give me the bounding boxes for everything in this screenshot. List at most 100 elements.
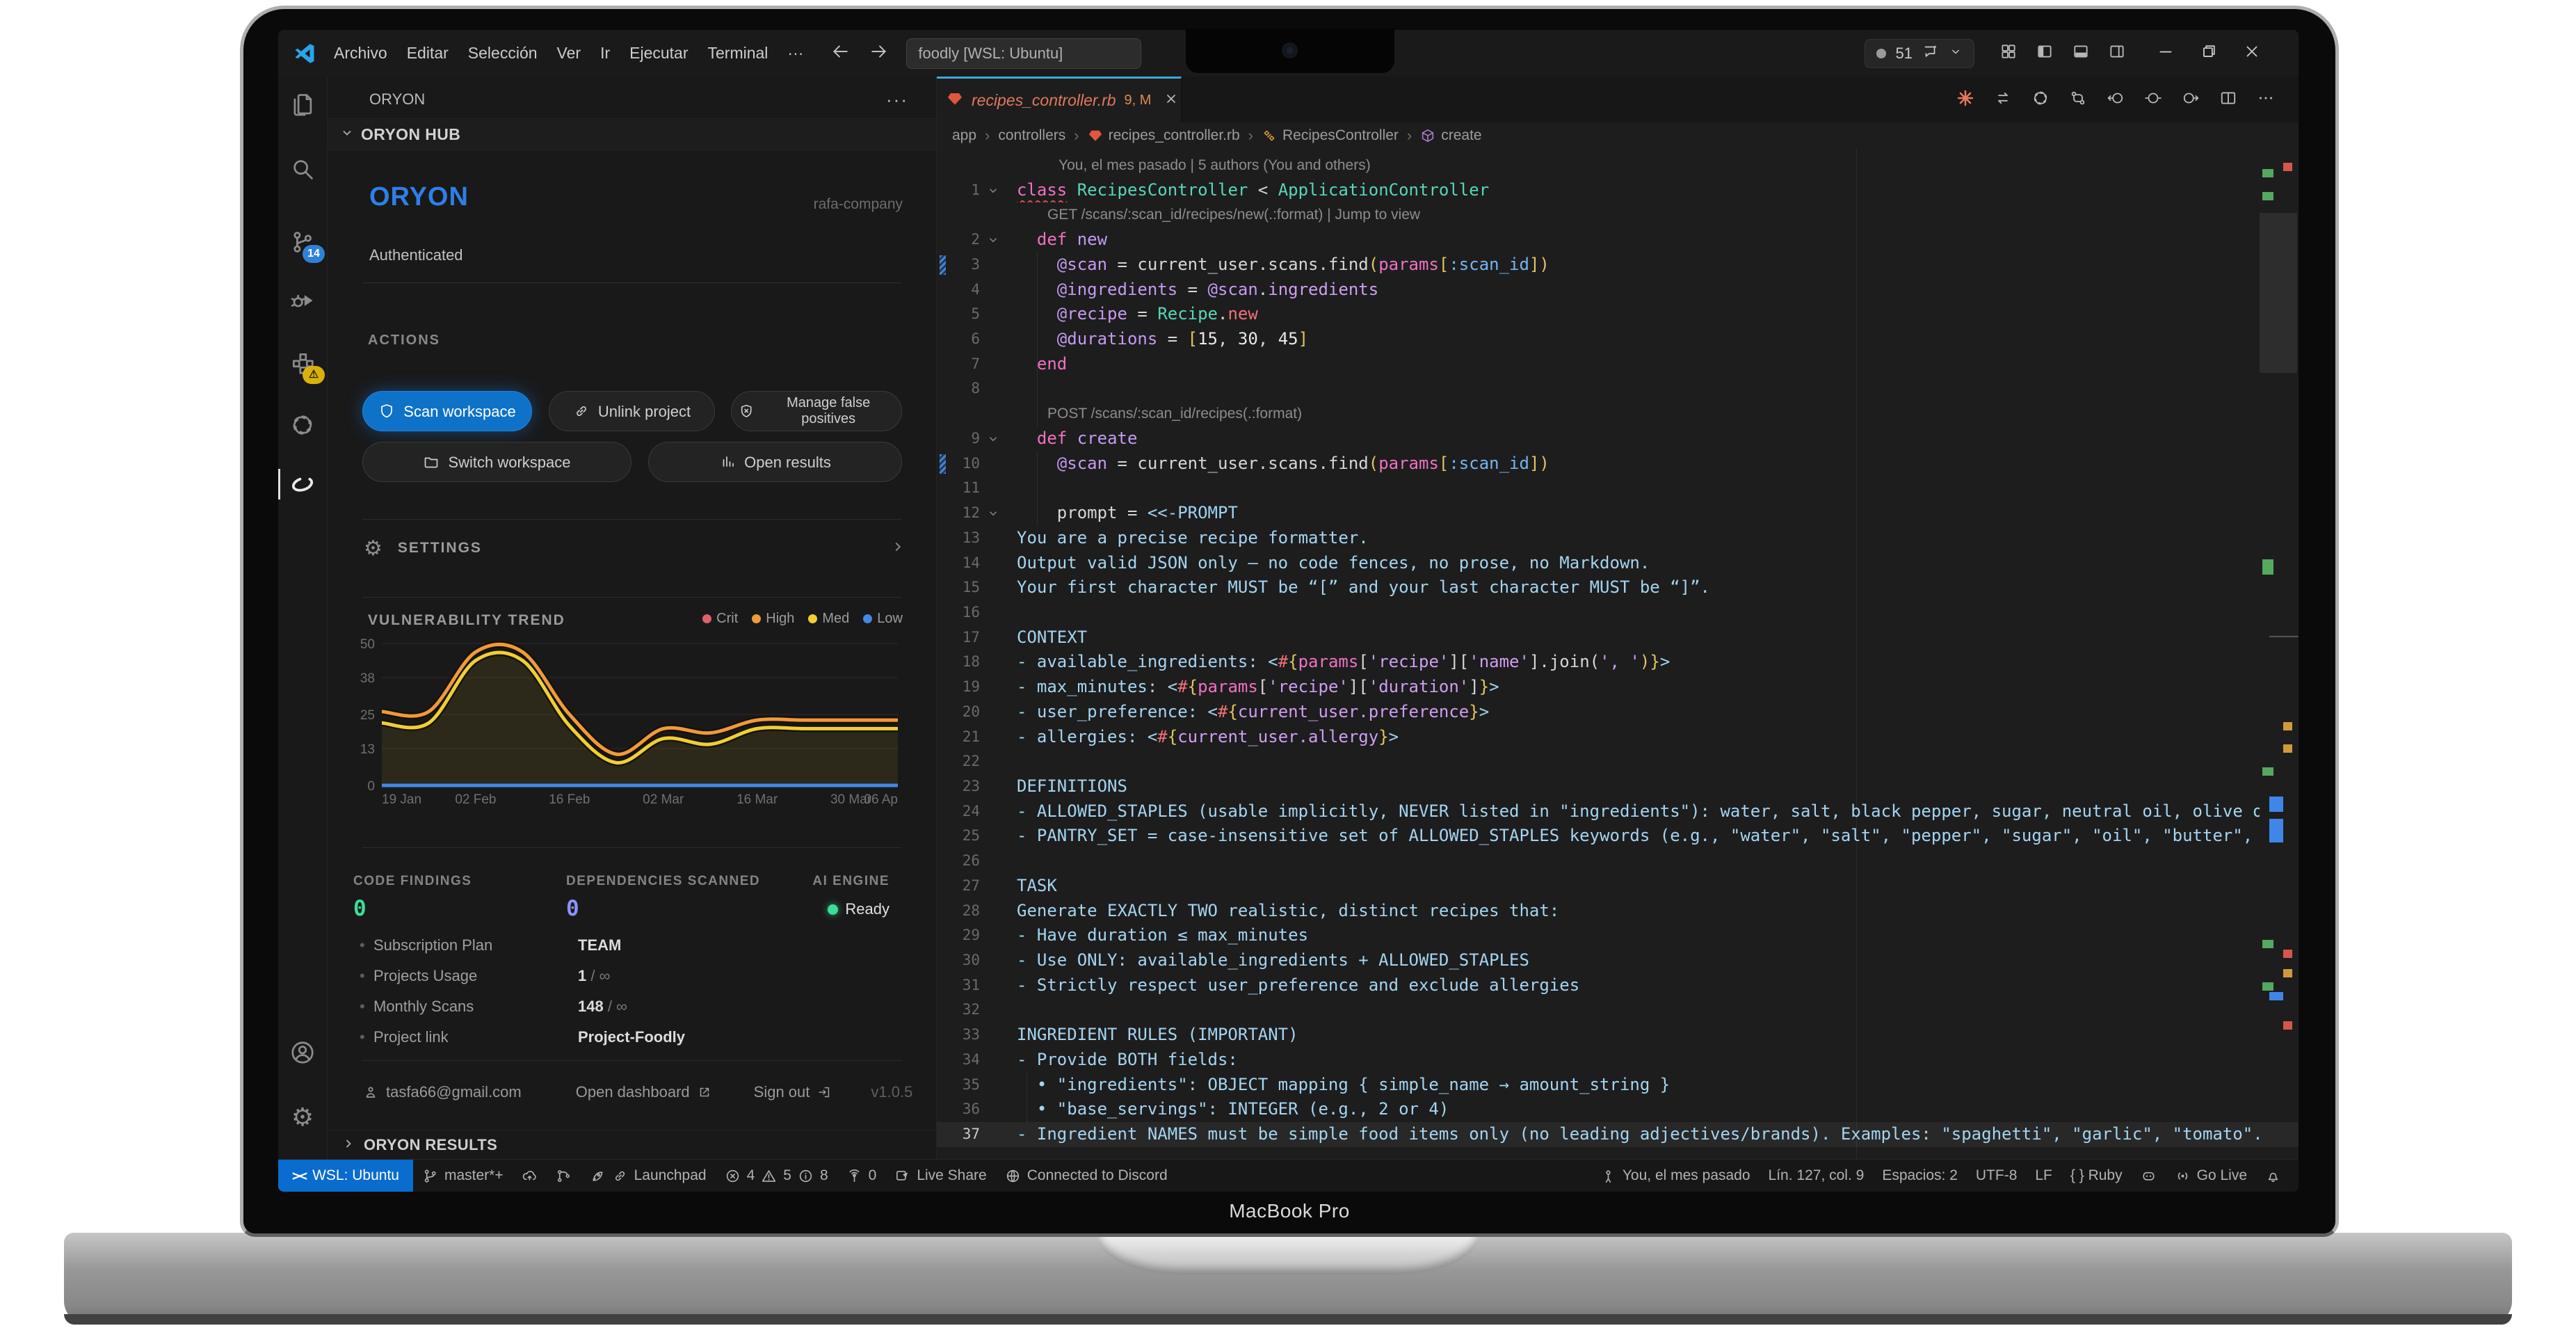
breadcrumb-recipescontroller[interactable]: RecipesController xyxy=(1262,127,1399,144)
status-language-mode[interactable]: { } Ruby xyxy=(2061,1160,2132,1192)
status-encoding[interactable]: UTF-8 xyxy=(1967,1160,2027,1192)
status-cursor-position[interactable]: Lín. 127, col. 9 xyxy=(1760,1160,1874,1192)
forward-icon[interactable] xyxy=(870,42,888,64)
code-line-27[interactable]: 27TASK xyxy=(937,874,2299,899)
fold-icon[interactable] xyxy=(987,178,999,203)
status-git-branch[interactable]: master*+ xyxy=(413,1160,513,1192)
copilot-status[interactable]: 51 xyxy=(1865,39,1974,68)
more-actions-icon[interactable]: ··· xyxy=(886,89,908,111)
editor-scrollbar[interactable] xyxy=(2260,213,2297,373)
code-line-5[interactable]: 5 @recipe = Recipe.new xyxy=(937,302,2299,327)
code-line-21[interactable]: 21- allergies: <#{current_user.allergy}> xyxy=(937,725,2299,750)
code-area[interactable]: You, el mes pasado | 5 authors (You and … xyxy=(937,149,2299,1160)
chevron-down-icon[interactable] xyxy=(1949,45,1963,63)
command-center-search[interactable]: foodly [WSL: Ubuntu] xyxy=(906,38,1141,69)
activity-item-accounts[interactable] xyxy=(278,1036,327,1069)
code-line-19[interactable]: 19- max_minutes: <#{params['recipe']['du… xyxy=(937,675,2299,700)
status-gitlens-blame[interactable]: You, el mes pasado xyxy=(1591,1160,1760,1192)
editor-action-navo[interactable] xyxy=(2144,89,2162,111)
code-line-30[interactable]: 30- Use ONLY: available_ingredients + AL… xyxy=(937,948,2299,973)
status-eol[interactable]: LF xyxy=(2026,1160,2061,1192)
code-line-22[interactable]: 22 xyxy=(937,749,2299,774)
status-discord[interactable]: Connected to Discord xyxy=(996,1160,1177,1192)
activity-item-source-control[interactable]: 14 xyxy=(278,225,327,259)
code-line-34[interactable]: 34- Provide BOTH fields: xyxy=(937,1048,2299,1073)
button-switch-workspace[interactable]: Switch workspace xyxy=(362,442,631,482)
editor-action-openai[interactable] xyxy=(2031,89,2050,111)
code-line-1[interactable]: 1class RecipesController < ApplicationCo… xyxy=(937,178,2299,203)
activity-item-search[interactable] xyxy=(278,152,327,186)
lright-button[interactable] xyxy=(2108,42,2126,64)
fold-icon[interactable] xyxy=(987,227,999,253)
tab-recipes-controller[interactable]: recipes_controller.rb 9, M xyxy=(937,77,1182,122)
activity-item-manage[interactable]: ⚙ xyxy=(278,1101,327,1134)
code-line-18[interactable]: 18- available_ingredients: <#{params['re… xyxy=(937,650,2299,675)
editor-action-compare[interactable] xyxy=(2069,89,2087,111)
code-line-28[interactable]: 28Generate EXACTLY TWO realistic, distin… xyxy=(937,899,2299,924)
status-launchpad[interactable]: Launchpad xyxy=(581,1160,716,1192)
status-ports[interactable]: 0 xyxy=(837,1160,886,1192)
code-line-4[interactable]: 4 @ingredients = @scan.ingredients xyxy=(937,278,2299,303)
menu-ver[interactable]: Ver xyxy=(547,44,591,63)
code-line-25[interactable]: 25- PANTRY_SET = case-insensitive set of… xyxy=(937,824,2299,849)
code-line-36[interactable]: 36 • "base_servings": INTEGER (e.g., 2 o… xyxy=(937,1097,2299,1122)
menu-ir[interactable]: Ir xyxy=(590,44,620,63)
section-oryon-results[interactable]: ORYON RESULTS xyxy=(328,1130,936,1160)
menu-archivo[interactable]: Archivo xyxy=(324,44,397,63)
activity-item-run-and-debug[interactable] xyxy=(278,284,327,317)
editor-action-dots[interactable] xyxy=(2257,89,2275,111)
code-line-16[interactable]: 16 xyxy=(937,600,2299,625)
open-dashboard-link[interactable]: Open dashboard xyxy=(576,1083,712,1101)
menu-ejecutar[interactable]: Ejecutar xyxy=(620,44,698,63)
fold-icon[interactable] xyxy=(987,501,999,526)
code-line-31[interactable]: 31- Strictly respect user_preference and… xyxy=(937,973,2299,998)
breadcrumb-recipes-controller-rb[interactable]: recipes_controller.rb xyxy=(1088,127,1240,144)
minimize-button[interactable] xyxy=(2157,42,2175,64)
status-indentation[interactable]: Espacios: 2 xyxy=(1873,1160,1967,1192)
status-copilot[interactable] xyxy=(2132,1160,2166,1192)
status-problems[interactable]: 458 xyxy=(716,1160,837,1192)
button-manage-false-positives[interactable]: Manage false positives xyxy=(731,391,902,431)
activity-item-explorer[interactable] xyxy=(278,88,327,121)
menu-[interactable]: ··· xyxy=(778,44,813,63)
lleft-button[interactable] xyxy=(2036,42,2054,64)
editor-action-swap[interactable] xyxy=(1994,89,2012,111)
code-line-23[interactable]: 23DEFINITIONS xyxy=(937,774,2299,799)
sign-out-link[interactable]: Sign out xyxy=(754,1083,832,1101)
code-line-24[interactable]: 24- ALLOWED_STAPLES (usable implicitly, … xyxy=(937,799,2299,824)
code-line-11[interactable]: 11 xyxy=(937,476,2299,501)
status-publish[interactable] xyxy=(513,1160,547,1192)
lbottom-button[interactable] xyxy=(2072,42,2090,64)
breadcrumb-create[interactable]: create xyxy=(1420,127,1481,144)
code-line-37[interactable]: 37- Ingredient NAMES must be simple food… xyxy=(937,1122,2299,1147)
editor-action-navl[interactable] xyxy=(2107,89,2125,111)
code-line-12[interactable]: 12 prompt = <<-PROMPT xyxy=(937,501,2299,526)
code-line-2[interactable]: 2 def new xyxy=(937,227,2299,253)
code-line-9[interactable]: 9 def create xyxy=(937,426,2299,451)
button-scan-workspace[interactable]: Scan workspace xyxy=(362,391,532,431)
button-open-results[interactable]: Open results xyxy=(648,442,902,482)
code-line-8[interactable]: 8 xyxy=(937,376,2299,401)
close-button[interactable] xyxy=(2243,42,2261,64)
menu-editar[interactable]: Editar xyxy=(397,44,458,63)
code-line-6[interactable]: 6 @durations = [15, 30, 45] xyxy=(937,327,2299,352)
lgrid-button[interactable] xyxy=(1999,42,2018,64)
menu-seleccin[interactable]: Selección xyxy=(458,44,547,63)
code-line-10[interactable]: 10 @scan = current_user.scans.find(param… xyxy=(937,451,2299,477)
status-go-live[interactable]: Go Live xyxy=(2166,1160,2256,1192)
activity-item-extensions[interactable]: ⚠ xyxy=(278,346,327,380)
close-icon[interactable] xyxy=(1164,91,1179,110)
chat-icon[interactable] xyxy=(1922,43,1939,64)
code-line-15[interactable]: 15Your first character MUST be “[” and y… xyxy=(937,575,2299,600)
breadcrumb-controllers[interactable]: controllers xyxy=(998,127,1065,144)
editor-action-star[interactable] xyxy=(1956,89,1974,111)
code-line-33[interactable]: 33INGREDIENT RULES (IMPORTANT) xyxy=(937,1023,2299,1048)
code-line-32[interactable]: 32 xyxy=(937,998,2299,1023)
settings-row[interactable]: ⚙ SETTINGS xyxy=(328,530,936,566)
code-line-20[interactable]: 20- user_preference: <#{current_user.pre… xyxy=(937,700,2299,725)
code-line-29[interactable]: 29- Have duration ≤ max_minutes xyxy=(937,923,2299,948)
menu-terminal[interactable]: Terminal xyxy=(698,44,778,63)
code-line-7[interactable]: 7 end xyxy=(937,352,2299,377)
code-line-26[interactable]: 26 xyxy=(937,849,2299,874)
status-live-share[interactable]: Live Share xyxy=(885,1160,995,1192)
